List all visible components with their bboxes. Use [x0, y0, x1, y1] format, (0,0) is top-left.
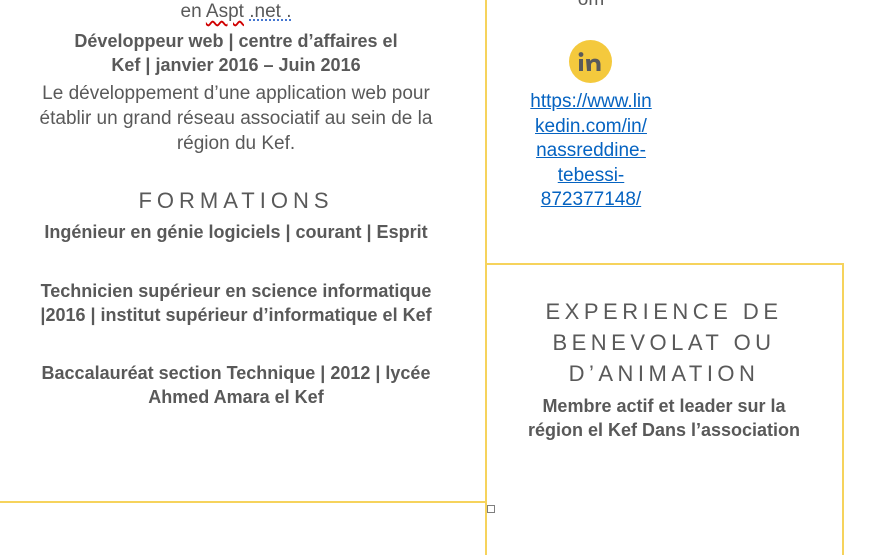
job-title-line-1: Développeur web | centre d’affaires el	[74, 31, 398, 51]
left-bottom-border	[0, 501, 486, 503]
formation-item-1-line-1: Ingénieur en génie logiciels | courant |…	[44, 222, 428, 242]
intro-line: en Aspt .net .	[0, 0, 472, 24]
text-box-handle[interactable]	[487, 505, 495, 513]
volunteer-description-line-2: région el Kef Dans l’association	[527, 420, 801, 440]
volunteer-description-line-1: Membre actif et leader sur la	[542, 396, 786, 416]
volunteer-heading-line-3: D’ANIMATION	[568, 361, 760, 386]
formation-item-2: Technicien supérieur en science informat…	[0, 279, 472, 327]
job-description: Le développement d’une application web p…	[39, 83, 433, 154]
linkedin-link[interactable]: https://www.lin kedin.com/in/ nassreddin…	[519, 90, 663, 213]
intro-word-net: .net .	[249, 1, 292, 22]
formation-item-1: Ingénieur en génie logiciels | courant |…	[0, 220, 472, 244]
job-title: Développeur web | centre d’affaires el K…	[0, 29, 472, 77]
formations-heading: FORMATIONS	[138, 188, 334, 213]
formation-item-2-line-2: |2016 | institut supérieur d’informatiqu…	[40, 305, 432, 325]
volunteer-box-right-border	[842, 263, 844, 555]
volunteer-box-top-border	[485, 263, 844, 265]
top-fragment: om	[548, 0, 634, 12]
linkedin-url-line-3[interactable]: nassreddine-	[519, 139, 663, 164]
linkedin-icon[interactable]	[569, 40, 612, 83]
linkedin-url-line-4[interactable]: tebessi-	[519, 164, 663, 189]
job-title-line-2: Kef | janvier 2016 – Juin 2016	[111, 55, 361, 75]
volunteer-heading-line-1: EXPERIENCE DE	[545, 299, 783, 324]
column-divider	[485, 0, 487, 555]
formation-item-3: Baccalauréat section Technique | 2012 | …	[0, 361, 472, 409]
formation-item-3-line-2: Ahmed Amara el Kef	[148, 387, 324, 407]
formation-item-2-line-1: Technicien supérieur en science informat…	[40, 281, 432, 301]
volunteer-heading: EXPERIENCE DE BENEVOLAT OU D’ANIMATION	[494, 296, 834, 389]
linkedin-url-line-2[interactable]: kedin.com/in/	[519, 115, 663, 140]
volunteer-heading-line-2: BENEVOLAT OU	[552, 330, 776, 355]
linkedin-url-line-1[interactable]: https://www.lin	[519, 90, 663, 115]
intro-prefix: en	[180, 1, 206, 22]
linkedin-url-line-5[interactable]: 872377148/	[519, 188, 663, 213]
volunteer-description: Membre actif et leader sur la région el …	[494, 394, 834, 442]
linkedin-glyph	[578, 51, 600, 71]
formation-item-3-line-1: Baccalauréat section Technique | 2012 | …	[41, 363, 431, 383]
intro-word-aspt: Aspt	[205, 1, 244, 22]
